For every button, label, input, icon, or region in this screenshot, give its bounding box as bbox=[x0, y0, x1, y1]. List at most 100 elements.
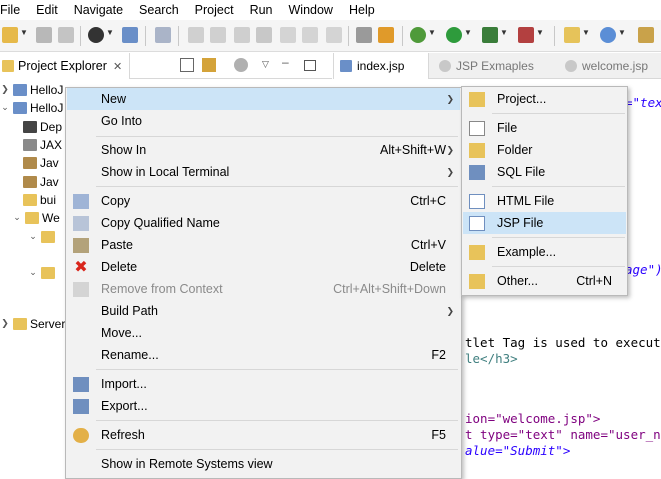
submenu-item-html-file[interactable]: HTML File bbox=[463, 190, 626, 212]
menu-item-new[interactable]: New ❯ bbox=[67, 88, 460, 110]
external-tools-dropdown-icon[interactable]: ▼ bbox=[536, 28, 544, 37]
run-dropdown-icon[interactable]: ▼ bbox=[464, 28, 472, 37]
external-tools-icon[interactable] bbox=[518, 27, 534, 43]
link-with-editor-icon[interactable] bbox=[202, 58, 216, 72]
menu-run[interactable]: Run bbox=[242, 0, 281, 20]
skip-breakpoints-icon[interactable] bbox=[155, 27, 171, 43]
step-over-icon[interactable] bbox=[302, 27, 318, 43]
run-server-icon[interactable] bbox=[482, 27, 498, 43]
tree-item-label: Server bbox=[30, 316, 66, 331]
tree-item-label: Dep bbox=[40, 119, 63, 134]
search-icon[interactable] bbox=[638, 27, 654, 43]
profile-dropdown-icon[interactable]: ▼ bbox=[106, 28, 114, 37]
terminal-icon[interactable] bbox=[122, 27, 138, 43]
submenu-item-other[interactable]: Other... Ctrl+N bbox=[463, 270, 626, 292]
submenu-item-file[interactable]: File bbox=[463, 117, 626, 139]
resume-icon[interactable] bbox=[188, 27, 204, 43]
tab-project-explorer[interactable]: Project Explorer ✕ bbox=[0, 53, 130, 79]
menu-item-build-path[interactable]: Build Path ❯ bbox=[67, 300, 460, 322]
tree-item-label: Jav bbox=[40, 155, 59, 170]
tab-index-jsp[interactable]: index.jsp bbox=[333, 53, 429, 79]
tree-item[interactable]: bui bbox=[20, 190, 56, 209]
submenu-item-jsp-file[interactable]: JSP File bbox=[463, 212, 626, 234]
disconnect-icon[interactable] bbox=[256, 27, 272, 43]
menu-edit[interactable]: Edit bbox=[28, 0, 66, 20]
submenu-arrow-icon: ❯ bbox=[446, 305, 454, 316]
view-menu-icon[interactable]: ▽ bbox=[262, 59, 269, 70]
collapse-arrow-icon[interactable]: ⌄ bbox=[0, 102, 10, 113]
run-icon[interactable] bbox=[446, 27, 462, 43]
menu-file[interactable]: File bbox=[0, 0, 28, 20]
tree-item[interactable]: Jav bbox=[20, 153, 59, 172]
menu-item-paste[interactable]: Paste Ctrl+V bbox=[67, 234, 460, 256]
expand-arrow-icon[interactable]: ❯ bbox=[0, 84, 10, 95]
menu-navigate[interactable]: Navigate bbox=[66, 0, 131, 20]
collapse-arrow-icon[interactable]: ⌄ bbox=[28, 231, 38, 242]
submenu-item-example[interactable]: Example... bbox=[463, 241, 626, 263]
open-type-icon[interactable] bbox=[600, 27, 616, 43]
menu-item-copy[interactable]: Copy Ctrl+C bbox=[67, 190, 460, 212]
profile-icon[interactable] bbox=[88, 27, 104, 43]
filter-icon[interactable] bbox=[234, 58, 248, 72]
collapse-all-icon[interactable] bbox=[180, 58, 194, 72]
new-icon[interactable] bbox=[2, 27, 18, 43]
toggle-format-icon[interactable] bbox=[356, 27, 372, 43]
run-server-dropdown-icon[interactable]: ▼ bbox=[500, 28, 508, 37]
tree-item[interactable]: ⌄ We bbox=[12, 208, 60, 227]
menu-item-show-in-local-terminal[interactable]: Show in Local Terminal ❯ bbox=[67, 161, 460, 183]
submenu-item-project[interactable]: Project... bbox=[463, 88, 626, 110]
tree-item[interactable]: ❯ HelloJ bbox=[0, 80, 63, 99]
close-icon[interactable]: ✕ bbox=[113, 60, 122, 73]
suspend-icon[interactable] bbox=[210, 27, 226, 43]
tab-jsp-examples[interactable]: JSP Exmaples bbox=[433, 53, 559, 79]
collapse-arrow-icon[interactable]: ⌄ bbox=[12, 212, 22, 223]
menu-item-import[interactable]: Import... bbox=[67, 373, 460, 395]
menu-item-copy-qualified-name[interactable]: Copy Qualified Name bbox=[67, 212, 460, 234]
new-project-icon[interactable] bbox=[564, 27, 580, 43]
menu-project[interactable]: Project bbox=[187, 0, 242, 20]
link-icon[interactable] bbox=[378, 27, 394, 43]
tree-item-label: HelloJ bbox=[30, 100, 64, 115]
tree-item[interactable]: ❯ Server bbox=[0, 314, 65, 333]
menu-item-export[interactable]: Export... bbox=[67, 395, 460, 417]
submenu-item-sql-file[interactable]: SQL File bbox=[463, 161, 626, 183]
jsp-file-icon bbox=[469, 216, 485, 231]
folder-icon bbox=[469, 143, 485, 158]
menu-item-delete[interactable]: ✖ Delete Delete bbox=[67, 256, 460, 278]
menu-window[interactable]: Window bbox=[281, 0, 341, 20]
collapse-arrow-icon[interactable]: ⌄ bbox=[28, 267, 38, 278]
tree-item[interactable]: ⌄ bbox=[28, 263, 58, 282]
code-line: t type="text" name="user_nam bbox=[465, 427, 661, 442]
tree-item[interactable]: ⌄ HelloJ bbox=[0, 98, 63, 117]
debug-dropdown-icon[interactable]: ▼ bbox=[428, 28, 436, 37]
tab-welcome-jsp[interactable]: welcome.jsp bbox=[559, 53, 661, 79]
tree-item[interactable]: ⌄ bbox=[28, 227, 58, 246]
menu-item-refresh[interactable]: Refresh F5 bbox=[67, 424, 460, 446]
terminate-icon[interactable] bbox=[234, 27, 250, 43]
tree-item[interactable]: JAX bbox=[20, 135, 62, 154]
menu-item-rename[interactable]: Rename... F2 bbox=[67, 344, 460, 366]
menu-item-remove-from-context[interactable]: Remove from Context Ctrl+Alt+Shift+Down bbox=[67, 278, 460, 300]
tree-item[interactable]: Jav bbox=[20, 172, 59, 191]
menu-item-show-in-remote-systems-view[interactable]: Show in Remote Systems view bbox=[67, 453, 460, 475]
tree-item[interactable]: Dep bbox=[20, 117, 62, 136]
menu-item-move[interactable]: Move... bbox=[67, 322, 460, 344]
step-into-icon[interactable] bbox=[280, 27, 296, 43]
menu-search[interactable]: Search bbox=[131, 0, 187, 20]
expand-arrow-icon[interactable]: ❯ bbox=[0, 318, 10, 329]
maximize-icon[interactable] bbox=[304, 60, 316, 71]
new-project-dropdown-icon[interactable]: ▼ bbox=[582, 28, 590, 37]
menu-item-show-in[interactable]: Show In Alt+Shift+W ❯ bbox=[67, 139, 460, 161]
submenu-item-folder[interactable]: Folder bbox=[463, 139, 626, 161]
other-wizard-icon bbox=[469, 274, 485, 289]
open-type-dropdown-icon[interactable]: ▼ bbox=[618, 28, 626, 37]
debug-icon[interactable] bbox=[410, 27, 426, 43]
save-icon[interactable] bbox=[36, 27, 52, 43]
menu-item-go-into[interactable]: Go Into bbox=[67, 110, 460, 132]
minimize-icon[interactable]: – bbox=[282, 55, 289, 69]
html-file-icon bbox=[469, 194, 485, 209]
new-dropdown-icon[interactable]: ▼ bbox=[20, 28, 28, 37]
save-all-icon[interactable] bbox=[58, 27, 74, 43]
step-return-icon[interactable] bbox=[326, 27, 342, 43]
menu-help[interactable]: Help bbox=[341, 0, 383, 20]
